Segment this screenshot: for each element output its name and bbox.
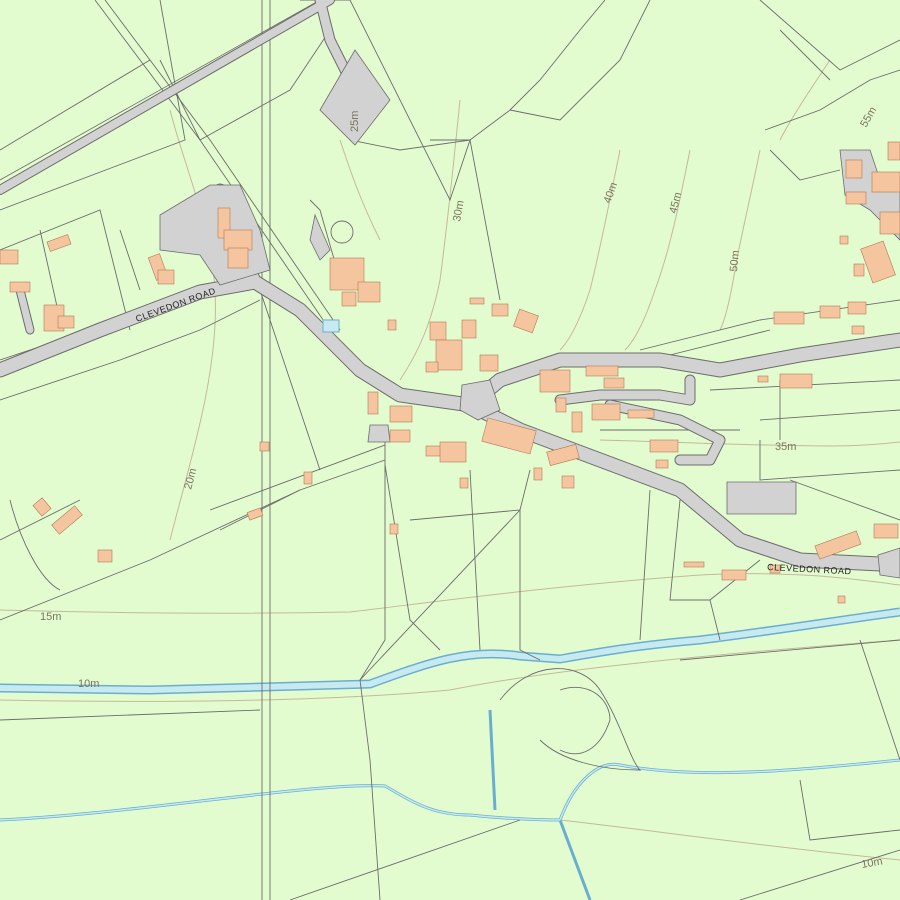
contour-label: 50m xyxy=(728,250,742,272)
contour-label: 25m xyxy=(349,111,361,132)
pond xyxy=(322,319,340,333)
contour-label: 10m xyxy=(78,678,99,690)
contour-label: 35m xyxy=(775,441,796,453)
contour-label: 15m xyxy=(40,611,61,623)
map-canvas[interactable]: 25m 30m 40m 45m 50m 55m 35m 20m 15m 10m … xyxy=(0,0,900,900)
